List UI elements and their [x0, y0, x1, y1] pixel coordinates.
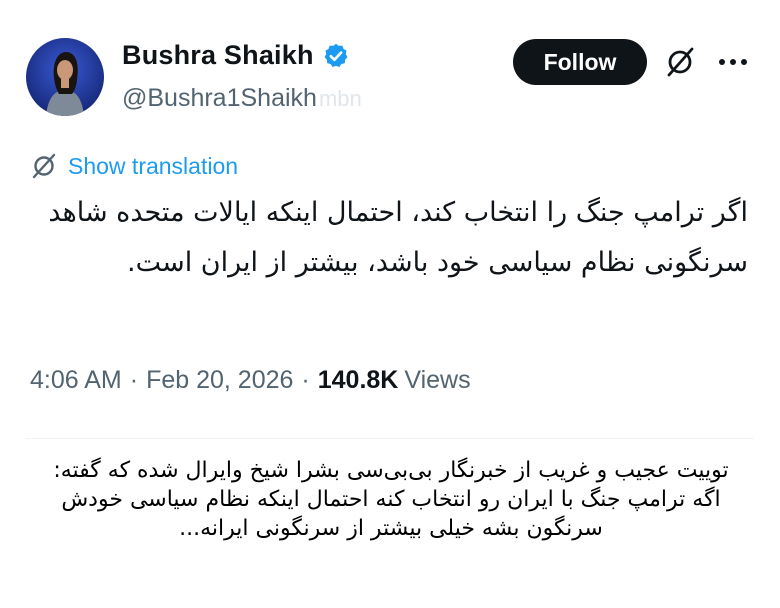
divider: [26, 438, 754, 439]
tweet-text: اگر ترامپ جنگ را انتخاب کند، احتمال اینک…: [48, 197, 748, 278]
handle-text[interactable]: @Bushra1Shaikh: [122, 84, 317, 113]
tweet-date[interactable]: Feb 20, 2026: [146, 366, 293, 395]
show-translation-label[interactable]: Show translation: [68, 153, 238, 180]
avatar[interactable]: [26, 38, 104, 116]
caption: توییت عجیب و غریب از خبرنگار بی‌بی‌سی بش…: [20, 456, 762, 543]
follow-button[interactable]: Follow: [513, 39, 647, 85]
tweet-meta: 4:06 AM · Feb 20, 2026 · 140.8K Views: [30, 366, 471, 395]
avatar-image: [26, 38, 104, 116]
tweet-time[interactable]: 4:06 AM: [30, 366, 122, 395]
views-count: 140.8K: [317, 366, 399, 394]
meta-separator: ·: [301, 366, 310, 394]
meta-separator: ·: [129, 366, 139, 394]
views-label: Views: [404, 366, 471, 394]
display-name-text[interactable]: Bushra Shaikh: [122, 40, 314, 71]
show-translation-link[interactable]: Show translation: [30, 152, 238, 180]
user-handle[interactable]: @Bushra1Shaikh mbn: [122, 84, 362, 113]
translate-icon: [32, 153, 56, 179]
verified-badge-icon: [322, 42, 350, 70]
display-name[interactable]: Bushra Shaikh: [122, 40, 350, 71]
watermark-text: mbn: [318, 86, 362, 111]
more-options-icon[interactable]: [717, 50, 749, 74]
caption-line-2: اگه ترامپ جنگ با ایران رو انتخاب کنه احت…: [61, 487, 721, 541]
caption-line-1: توییت عجیب و غریب از خبرنگار بی‌بی‌سی بش…: [53, 458, 729, 483]
grok-icon[interactable]: [663, 45, 697, 79]
